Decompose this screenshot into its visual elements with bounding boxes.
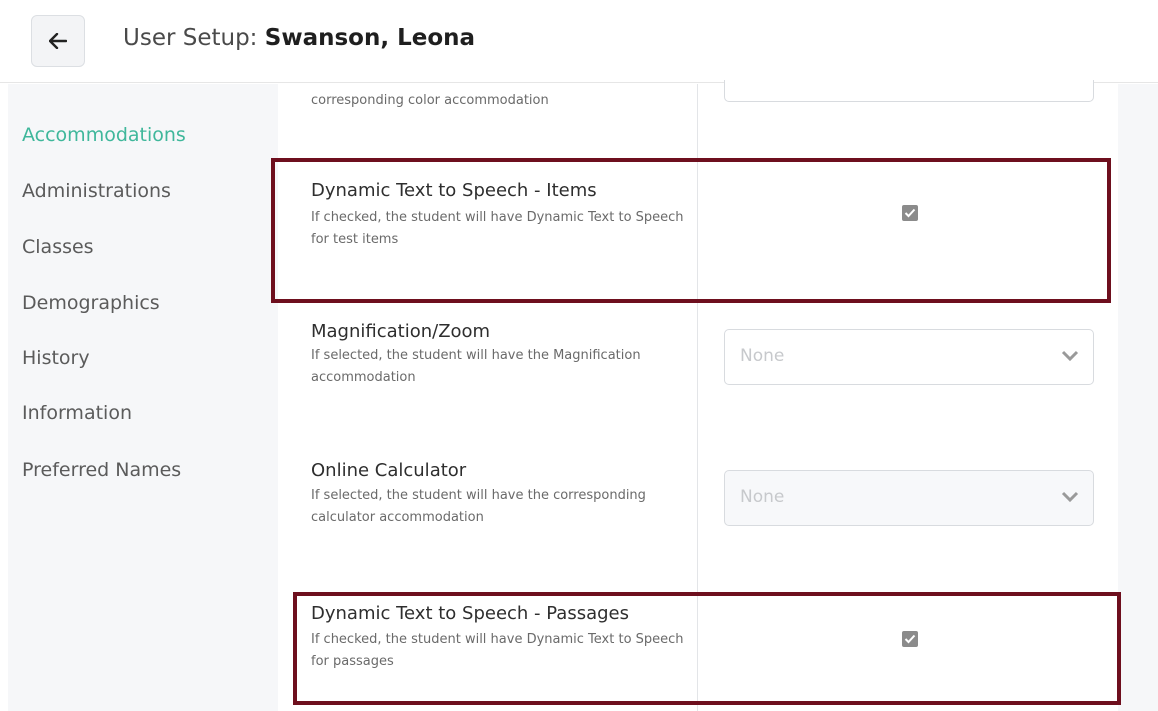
row-description-magnification: If selected, the student will have the M… xyxy=(311,348,641,385)
arrow-left-icon xyxy=(49,33,67,49)
row-title-magnification: Magnification/Zoom xyxy=(311,321,491,342)
sidebar-item-accommodations[interactable]: Accommodations xyxy=(22,124,186,146)
page-header: User Setup: Swanson, Leona xyxy=(0,0,1158,83)
column-divider xyxy=(697,84,698,711)
checkmark-icon xyxy=(904,208,916,218)
sidebar-item-classes[interactable]: Classes xyxy=(22,236,94,258)
sidebar-item-demographics[interactable]: Demographics xyxy=(22,292,160,314)
sidebar xyxy=(8,84,234,711)
sidebar-item-history[interactable]: History xyxy=(22,347,90,369)
partial-row-field[interactable] xyxy=(724,80,1094,102)
sidebar-item-preferred-names[interactable]: Preferred Names xyxy=(22,459,181,481)
row-description-dts-passages: If checked, the student will have Dynami… xyxy=(311,632,684,669)
back-button[interactable] xyxy=(31,15,85,67)
chevron-down-icon xyxy=(1061,350,1079,362)
dts-items-checkbox[interactable] xyxy=(902,205,918,221)
partial-row-description: corresponding color accommodation xyxy=(311,93,549,108)
magnification-select[interactable]: None xyxy=(724,329,1094,385)
page-title-prefix: User Setup: xyxy=(123,25,265,51)
row-title-dts-passages: Dynamic Text to Speech - Passages xyxy=(311,603,630,624)
page-title: User Setup: Swanson, Leona xyxy=(123,25,475,51)
sidebar-item-information[interactable]: Information xyxy=(22,402,132,424)
dts-passages-checkbox[interactable] xyxy=(902,631,918,647)
checkmark-icon xyxy=(904,634,916,644)
sidebar-item-administrations[interactable]: Administrations xyxy=(22,180,171,202)
user-name: Swanson, Leona xyxy=(264,25,476,51)
online-calculator-select[interactable]: None xyxy=(724,470,1094,526)
row-title-dts-items: Dynamic Text to Speech - Items xyxy=(311,180,597,201)
row-description-online-calculator: If selected, the student will have the c… xyxy=(311,488,646,525)
row-title-online-calculator: Online Calculator xyxy=(311,460,467,481)
chevron-down-icon xyxy=(1061,491,1079,503)
online-calculator-select-value: None xyxy=(740,487,785,507)
magnification-select-value: None xyxy=(740,346,785,366)
row-description-dts-items: If checked, the student will have Dynami… xyxy=(311,210,684,247)
